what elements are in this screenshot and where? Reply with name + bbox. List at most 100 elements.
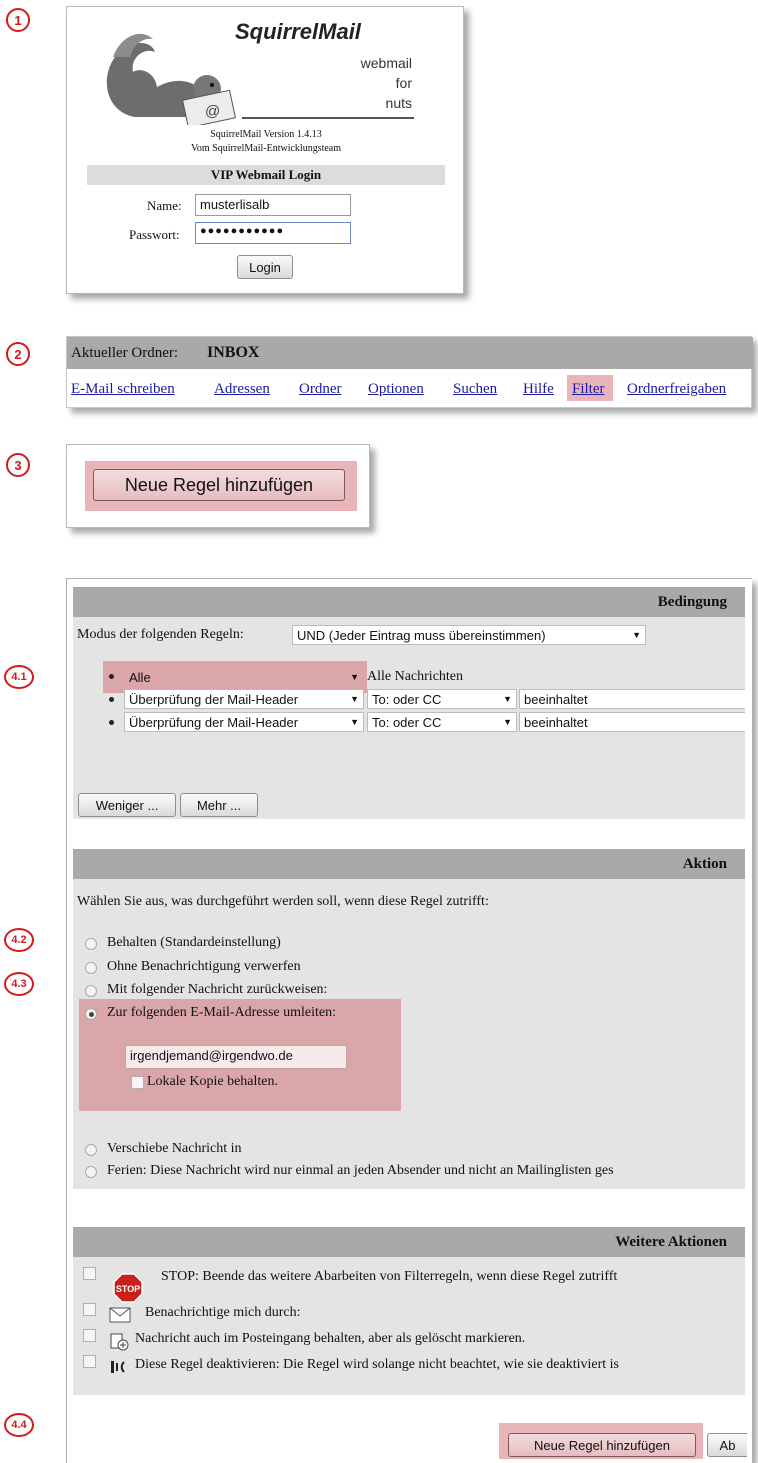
login-panel: @ SquirrelMail webmail for nuts Squirrel… bbox=[66, 6, 464, 294]
chevron-down-icon: ▼ bbox=[350, 694, 359, 704]
discard-label: Ohne Benachrichtigung verwerfen bbox=[107, 959, 301, 974]
match-value: beeinhaltet bbox=[524, 714, 588, 730]
disable-icon bbox=[109, 1359, 129, 1375]
mode-select[interactable]: UND (Jeder Eintrag muss übereinstimmen) ▼ bbox=[292, 625, 646, 645]
chevron-down-icon: ▼ bbox=[350, 717, 359, 727]
redirect-label: Zur folgenden E-Mail-Adresse umleiten: bbox=[107, 1005, 336, 1020]
step-3-marker: 3 bbox=[6, 453, 30, 477]
name-input[interactable]: musterlisalb bbox=[195, 194, 351, 216]
further-header: Weitere Aktionen bbox=[73, 1227, 745, 1257]
keep-copy-checkbox[interactable] bbox=[131, 1076, 144, 1089]
reject-radio[interactable] bbox=[85, 985, 97, 997]
step-2-marker: 2 bbox=[6, 342, 30, 366]
document-add-icon bbox=[109, 1333, 129, 1351]
stop-checkbox[interactable] bbox=[83, 1267, 96, 1280]
team-text: Vom SquirrelMail-Entwicklungsteam bbox=[190, 143, 342, 154]
add-rule-button[interactable]: Neue Regel hinzufügen bbox=[93, 469, 345, 501]
step-4-3-marker: 4.3 bbox=[4, 972, 34, 996]
reject-label: Mit folgender Nachricht zurückweisen: bbox=[107, 982, 328, 997]
brand-underline bbox=[242, 117, 414, 119]
tagline-line-3: nuts bbox=[385, 95, 412, 111]
keep-copy-label: Lokale Kopie behalten. bbox=[147, 1074, 279, 1089]
keep-inbox-label: Nachricht auch im Posteingang behalten, … bbox=[135, 1331, 526, 1346]
stop-sign-text: STOP bbox=[116, 1284, 140, 1294]
stop-label: STOP: Beende das weitere Abarbeiten von … bbox=[161, 1269, 618, 1284]
nav-search-link[interactable]: Suchen bbox=[453, 381, 497, 398]
password-input[interactable]: ●●●●●●●●●●● bbox=[195, 222, 351, 244]
login-title: VIP Webmail Login bbox=[87, 165, 445, 185]
stop-sign-icon: STOP bbox=[113, 1273, 143, 1303]
vacation-radio[interactable] bbox=[85, 1166, 97, 1178]
nav-folders-link[interactable]: Ordner bbox=[299, 381, 341, 398]
condition-type-select-2[interactable]: Überprüfung der Mail-Header ▼ bbox=[124, 689, 364, 709]
condition-type-value: Alle bbox=[129, 669, 151, 685]
nav-shared-folders-link[interactable]: Ordnerfreigaben bbox=[627, 381, 726, 398]
move-label: Verschiebe Nachricht in bbox=[107, 1141, 242, 1156]
notify-label: Benachrichtige mich durch: bbox=[145, 1305, 301, 1320]
discard-radio[interactable] bbox=[85, 962, 97, 974]
header-select-3[interactable]: To: oder CC ▼ bbox=[367, 712, 517, 732]
bullet-icon bbox=[109, 674, 114, 679]
less-button[interactable]: Weniger ... bbox=[78, 793, 176, 817]
folder-name: INBOX bbox=[207, 344, 260, 361]
login-button[interactable]: Login bbox=[237, 255, 293, 279]
header-select-2[interactable]: To: oder CC ▼ bbox=[367, 689, 517, 709]
folder-label: Aktueller Ordner: bbox=[71, 345, 179, 361]
envelope-icon bbox=[109, 1307, 131, 1323]
more-button[interactable]: Mehr ... bbox=[180, 793, 258, 817]
vacation-label: Ferien: Diese Nachricht wird nur einmal … bbox=[107, 1163, 614, 1178]
name-label: Name: bbox=[147, 198, 182, 213]
redirect-radio[interactable] bbox=[85, 1008, 97, 1020]
step-1-marker: 1 bbox=[6, 8, 30, 32]
nav-filter-link[interactable]: Filter bbox=[572, 381, 605, 398]
redirect-address-input[interactable]: irgendjemand@irgendwo.de bbox=[125, 1045, 347, 1069]
match-value: beeinhaltet bbox=[524, 691, 588, 707]
disable-label: Diese Regel deaktivieren: Die Regel wird… bbox=[135, 1357, 619, 1372]
condition-header: Bedingung bbox=[73, 587, 745, 617]
squirrel-logo: @ bbox=[95, 17, 245, 129]
svg-text:@: @ bbox=[205, 103, 220, 120]
tagline-line-1: webmail bbox=[360, 55, 412, 71]
header-value: To: oder CC bbox=[372, 714, 442, 730]
match-select-3[interactable]: beeinhaltet bbox=[519, 712, 745, 732]
add-rule-final-button[interactable]: Neue Regel hinzufügen bbox=[508, 1433, 696, 1457]
chevron-down-icon: ▼ bbox=[632, 630, 641, 640]
action-header: Aktion bbox=[73, 849, 745, 879]
version-text: SquirrelMail Version 1.4.13 bbox=[210, 129, 322, 140]
header-value: To: oder CC bbox=[372, 691, 442, 707]
all-messages-text: Alle Nachrichten bbox=[367, 669, 464, 684]
mode-label: Modus der folgenden Regeln: bbox=[77, 627, 244, 642]
step-4-4-marker: 4.4 bbox=[4, 1413, 34, 1437]
step-4-1-marker: 4.1 bbox=[4, 665, 34, 689]
nav-addresses-link[interactable]: Adressen bbox=[214, 381, 270, 398]
chevron-down-icon: ▼ bbox=[350, 672, 359, 682]
condition-type-value: Überprüfung der Mail-Header bbox=[129, 691, 299, 707]
cancel-button[interactable]: Ab bbox=[707, 1433, 747, 1457]
tagline-line-2: for bbox=[395, 75, 412, 91]
keep-radio[interactable] bbox=[85, 938, 97, 950]
nav-panel: Aktueller Ordner: INBOX E-Mail schreiben… bbox=[66, 336, 753, 408]
condition-type-value: Überprüfung der Mail-Header bbox=[129, 714, 299, 730]
disable-checkbox[interactable] bbox=[83, 1355, 96, 1368]
keep-inbox-checkbox[interactable] bbox=[83, 1329, 96, 1342]
step-4-2-marker: 4.2 bbox=[4, 928, 34, 952]
chevron-down-icon: ▼ bbox=[503, 694, 512, 704]
nav-compose-link[interactable]: E-Mail schreiben bbox=[71, 381, 175, 398]
condition-type-select-1[interactable]: Alle ▼ bbox=[124, 667, 364, 687]
password-label: Passwort: bbox=[129, 227, 180, 242]
nav-options-link[interactable]: Optionen bbox=[368, 381, 424, 398]
match-select-2[interactable]: beeinhaltet bbox=[519, 689, 745, 709]
notify-checkbox[interactable] bbox=[83, 1303, 96, 1316]
move-radio[interactable] bbox=[85, 1144, 97, 1156]
folder-bar: Aktueller Ordner: INBOX bbox=[67, 337, 753, 369]
mode-value: UND (Jeder Eintrag muss übereinstimmen) bbox=[297, 627, 546, 643]
brand-tagline: webmail for nuts bbox=[267, 53, 412, 113]
bullet-icon bbox=[109, 697, 114, 702]
condition-type-select-3[interactable]: Überprüfung der Mail-Header ▼ bbox=[124, 712, 364, 732]
rule-editor: Bedingung Modus der folgenden Regeln: UN… bbox=[66, 578, 752, 1463]
chevron-down-icon: ▼ bbox=[503, 717, 512, 727]
nav-help-link[interactable]: Hilfe bbox=[523, 381, 554, 398]
keep-label: Behalten (Standardeinstellung) bbox=[107, 935, 281, 950]
brand-title: SquirrelMail bbox=[235, 19, 361, 44]
action-prompt: Wählen Sie aus, was durchgeführt werden … bbox=[77, 894, 489, 909]
